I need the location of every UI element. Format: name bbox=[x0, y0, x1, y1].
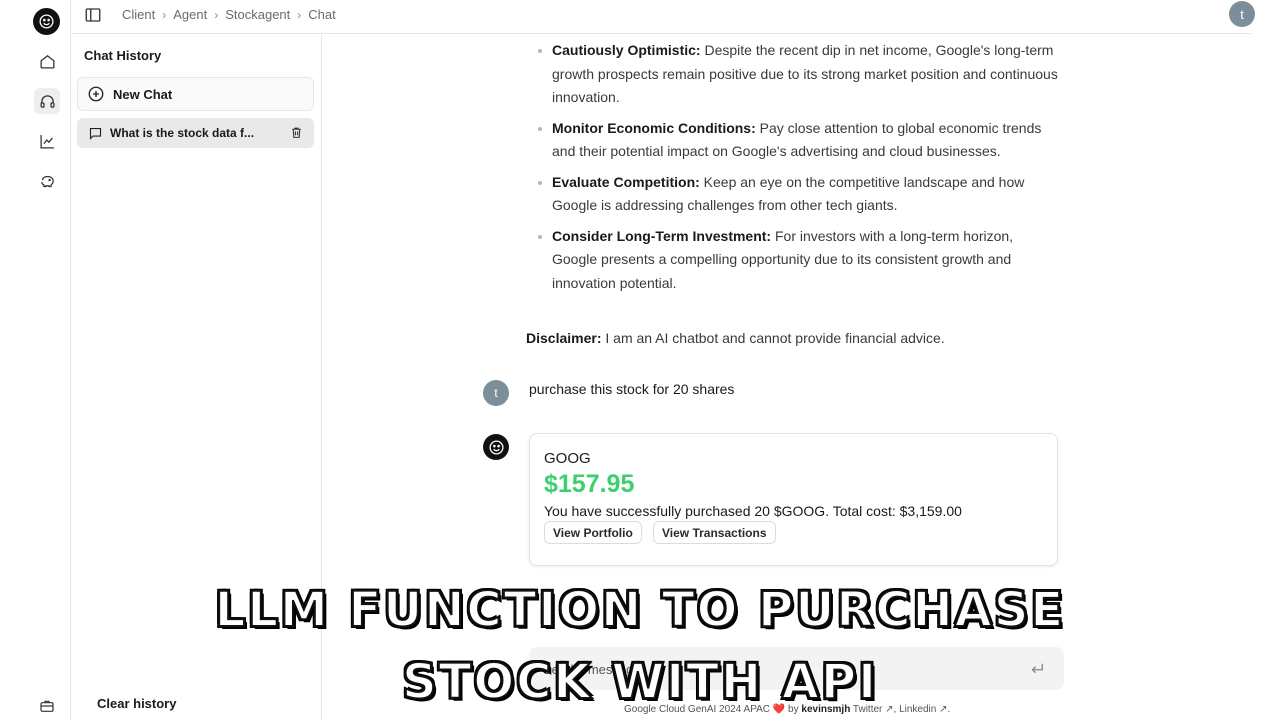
new-chat-button[interactable]: New Chat bbox=[77, 77, 314, 111]
list-item: Monitor Economic Conditions: Pay close a… bbox=[538, 117, 1062, 164]
breadcrumb: Client › Agent › Stockagent › Chat bbox=[122, 7, 336, 22]
stock-purchase-card: GOOG $157.95 You have successfully purch… bbox=[529, 433, 1058, 566]
plus-circle-icon bbox=[88, 86, 104, 102]
advice-list: Cautiously Optimistic: Despite the recen… bbox=[538, 39, 1062, 302]
chart-line-icon[interactable] bbox=[34, 128, 60, 154]
new-chat-label: New Chat bbox=[113, 86, 173, 102]
message-composer bbox=[529, 647, 1064, 690]
purchase-result: You have successfully purchased 20 $GOOG… bbox=[544, 503, 962, 519]
linkedin-link[interactable]: Linkedin ↗ bbox=[899, 704, 947, 715]
chat-history-title: Chat History bbox=[84, 48, 162, 63]
bot-avatar-icon bbox=[483, 434, 509, 460]
chat-history-item-label: What is the stock data f... bbox=[110, 126, 255, 140]
piggy-bank-icon[interactable] bbox=[34, 168, 60, 194]
message-square-icon bbox=[89, 127, 102, 140]
clear-history-button[interactable]: Clear history bbox=[97, 696, 176, 711]
author-link[interactable]: kevinsmjh bbox=[801, 704, 850, 715]
chat-history-sidebar: Chat History New Chat What is the stock … bbox=[71, 35, 322, 720]
list-item: Consider Long-Term Investment: For inves… bbox=[538, 225, 1062, 296]
top-header: Client › Agent › Stockagent › Chat t bbox=[71, 0, 1255, 34]
enter-icon[interactable] bbox=[1028, 660, 1046, 678]
view-transactions-button[interactable]: View Transactions bbox=[653, 521, 776, 544]
stock-price: $157.95 bbox=[544, 470, 635, 498]
view-portfolio-button[interactable]: View Portfolio bbox=[544, 521, 642, 544]
heart-icon: ❤️ bbox=[772, 704, 786, 715]
chat-main: Cautiously Optimistic: Despite the recen… bbox=[322, 35, 1251, 720]
chevron-right-icon: › bbox=[162, 7, 167, 22]
breadcrumb-chat: Chat bbox=[308, 7, 336, 22]
briefcase-icon[interactable] bbox=[34, 693, 60, 719]
icon-rail bbox=[0, 0, 71, 720]
stock-ticker: GOOG bbox=[544, 450, 591, 467]
trash-icon[interactable] bbox=[290, 126, 303, 139]
user-message-avatar: t bbox=[483, 380, 509, 406]
chevron-right-icon: › bbox=[297, 7, 302, 22]
sidebar-toggle-icon[interactable] bbox=[83, 5, 103, 25]
breadcrumb-client[interactable]: Client bbox=[122, 7, 155, 22]
user-avatar[interactable]: t bbox=[1229, 1, 1255, 27]
breadcrumb-stockagent[interactable]: Stockagent bbox=[225, 7, 290, 22]
chat-history-item[interactable]: What is the stock data f... bbox=[77, 118, 314, 148]
breadcrumb-agent[interactable]: Agent bbox=[173, 7, 207, 22]
headset-icon[interactable] bbox=[34, 88, 60, 114]
message-input[interactable] bbox=[543, 659, 1003, 679]
home-icon[interactable] bbox=[34, 48, 60, 74]
list-item: Cautiously Optimistic: Despite the recen… bbox=[538, 39, 1062, 110]
list-item: Evaluate Competition: Keep an eye on the… bbox=[538, 171, 1062, 218]
user-message: purchase this stock for 20 shares bbox=[529, 381, 735, 397]
smiley-logo-icon[interactable] bbox=[33, 8, 60, 35]
twitter-link[interactable]: Twitter ↗ bbox=[850, 704, 894, 715]
footer: Google Cloud GenAI 2024 APAC ❤️ by kevin… bbox=[624, 704, 951, 715]
disclaimer: Disclaimer: I am an AI chatbot and canno… bbox=[526, 330, 945, 346]
chevron-right-icon: › bbox=[214, 7, 219, 22]
